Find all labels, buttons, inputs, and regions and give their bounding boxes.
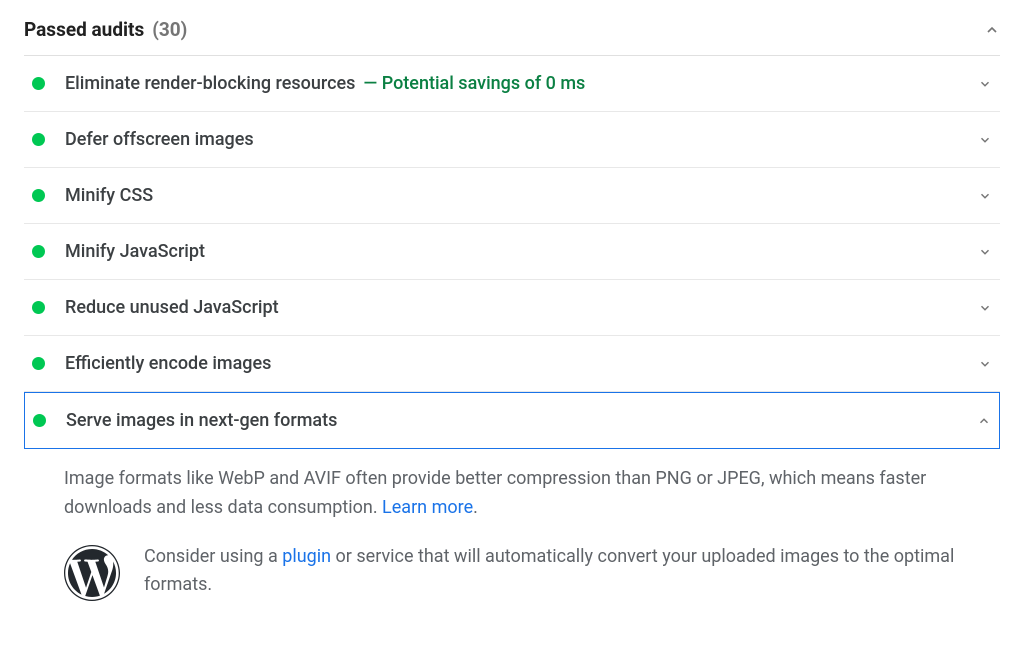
pass-dot-icon xyxy=(32,189,45,202)
audit-savings-note: — Potential savings of 0 ms xyxy=(363,73,978,94)
passed-audits-title: Passed audits xyxy=(24,18,144,41)
chevron-down-icon xyxy=(978,77,992,91)
learn-more-link[interactable]: Learn more xyxy=(382,497,473,518)
audit-row-defer-offscreen-images[interactable]: Defer offscreen images xyxy=(24,112,1000,168)
audit-row-minify-css[interactable]: Minify CSS xyxy=(24,168,1000,224)
audit-row-serve-images-next-gen[interactable]: Serve images in next-gen formats xyxy=(24,392,1000,449)
audit-title: Serve images in next-gen formats xyxy=(66,410,337,431)
pass-dot-icon xyxy=(32,301,45,314)
chevron-up-icon xyxy=(977,414,991,428)
audit-title: Eliminate render-blocking resources xyxy=(65,73,355,94)
chevron-down-icon xyxy=(978,301,992,315)
audit-row-minify-javascript[interactable]: Minify JavaScript xyxy=(24,224,1000,280)
plugin-link[interactable]: plugin xyxy=(282,546,331,567)
audit-title: Minify JavaScript xyxy=(65,241,205,262)
audit-title: Defer offscreen images xyxy=(65,129,254,150)
audit-description-text: Image formats like WebP and AVIF often p… xyxy=(64,468,926,518)
pass-dot-icon xyxy=(32,357,45,370)
pass-dot-icon xyxy=(32,133,45,146)
audit-row-eliminate-render-blocking[interactable]: Eliminate render-blocking resources — Po… xyxy=(24,56,1000,112)
pass-dot-icon xyxy=(32,245,45,258)
pass-dot-icon xyxy=(32,77,45,90)
stack-pack-wordpress: Consider using a plugin or service that … xyxy=(24,523,1000,613)
audit-title: Efficiently encode images xyxy=(65,353,271,374)
chevron-down-icon xyxy=(978,357,992,371)
audit-row-efficiently-encode-images[interactable]: Efficiently encode images xyxy=(24,336,1000,392)
audit-title: Minify CSS xyxy=(65,185,153,206)
chevron-down-icon xyxy=(978,133,992,147)
chevron-up-icon xyxy=(984,22,1000,38)
audit-description-period: . xyxy=(473,497,478,518)
chevron-down-icon xyxy=(978,189,992,203)
stack-pack-text: Consider using a plugin or service that … xyxy=(144,543,992,601)
stack-pack-text-before: Consider using a xyxy=(144,546,282,567)
wordpress-icon xyxy=(64,545,120,601)
chevron-down-icon xyxy=(978,245,992,259)
pass-dot-icon xyxy=(33,414,46,427)
audit-title: Reduce unused JavaScript xyxy=(65,297,279,318)
audit-row-reduce-unused-javascript[interactable]: Reduce unused JavaScript xyxy=(24,280,1000,336)
header-title-wrap: Passed audits (30) xyxy=(24,18,187,41)
passed-audits-count: (30) xyxy=(152,18,187,41)
passed-audits-header[interactable]: Passed audits (30) xyxy=(24,0,1000,56)
audit-description: Image formats like WebP and AVIF often p… xyxy=(24,449,1000,523)
